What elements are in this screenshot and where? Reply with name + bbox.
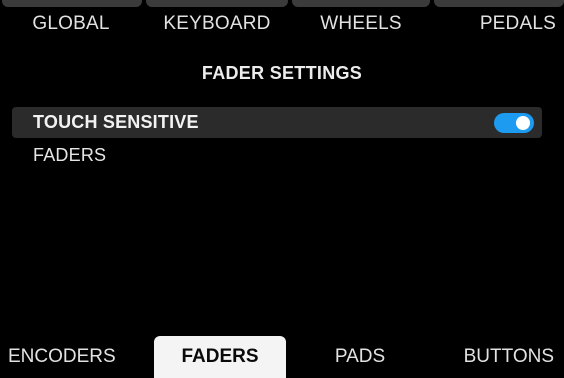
tab-cap [434,0,564,7]
tab-label: ENCODERS [8,346,116,367]
tab-cap [292,0,430,7]
tab-faders[interactable]: FADERS [154,336,286,378]
tab-label: WHEELS [320,13,402,34]
tab-label: GLOBAL [32,13,110,34]
tab-label: FADERS [181,346,259,367]
tab-label: PADS [334,346,386,367]
tab-label: BUTTONS [463,346,554,367]
tab-cap [2,0,142,7]
tab-label: PEDALS [479,13,556,34]
tab-cap [146,0,288,7]
setting-row-touch-sensitive[interactable]: TOUCH SENSITIVE [12,107,542,138]
page-title: FADER SETTINGS [201,63,363,83]
tab-pedals[interactable]: PEDALS [434,0,564,44]
touch-sensitive-toggle[interactable] [494,113,534,133]
tab-global[interactable]: GLOBAL [0,0,142,44]
setting-label: TOUCH SENSITIVE [33,112,199,132]
toggle-knob [516,116,530,130]
tab-wheels[interactable]: WHEELS [292,0,430,44]
top-tab-bar: GLOBAL KEYBOARD WHEELS PEDALS [0,0,564,44]
tab-buttons[interactable]: BUTTONS [434,336,564,378]
bottom-tab-bar: ENCODERS FADERS PADS BUTTONS [0,336,564,378]
tab-encoders[interactable]: ENCODERS [0,336,150,378]
tab-label: KEYBOARD [163,13,271,34]
tab-keyboard[interactable]: KEYBOARD [146,0,288,44]
tab-pads[interactable]: PADS [290,336,430,378]
faders-label: FADERS [33,145,107,165]
